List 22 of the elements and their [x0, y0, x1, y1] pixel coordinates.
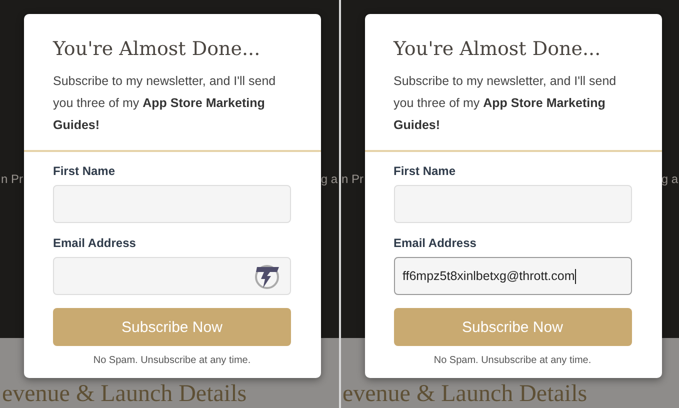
subscribe-button[interactable]: Subscribe Now	[53, 308, 291, 346]
email-field[interactable]	[53, 257, 291, 295]
background-text: n Pr	[1, 172, 24, 186]
background-heading: evenue & Launch Details	[342, 380, 588, 408]
background-text: g a	[320, 172, 338, 186]
input-field[interactable]	[394, 185, 632, 223]
field-label: First Name	[53, 164, 116, 178]
spam-note: No Spam. Unsubscribe at any time.	[434, 355, 592, 366]
input-field[interactable]	[53, 185, 291, 223]
modal-title: You're Almost Done...	[53, 38, 262, 60]
spam-note: No Spam. Unsubscribe at any time.	[93, 355, 251, 366]
background-heading: evenue & Launch Details	[2, 380, 247, 408]
field-label: Email Address	[53, 236, 137, 250]
subscribe-button[interactable]: Subscribe Now	[394, 308, 632, 346]
field-label: First Name	[394, 164, 457, 178]
email-field[interactable]: ff6mpz5t8xinlbetxg@thrott.com	[394, 257, 632, 295]
intro-text: Subscribe to my newsletter, and I'll send you three of my App Store Marketing Guides!	[53, 73, 277, 134]
modal-title: You're Almost Done...	[394, 38, 602, 60]
field-label: Email Address	[394, 236, 478, 250]
background-text: g a	[661, 172, 678, 186]
intro-text: Subscribe to my newsletter, and I'll send you three of my App Store Marketing Guides!	[394, 73, 618, 134]
background-text: n Pr	[342, 172, 364, 186]
